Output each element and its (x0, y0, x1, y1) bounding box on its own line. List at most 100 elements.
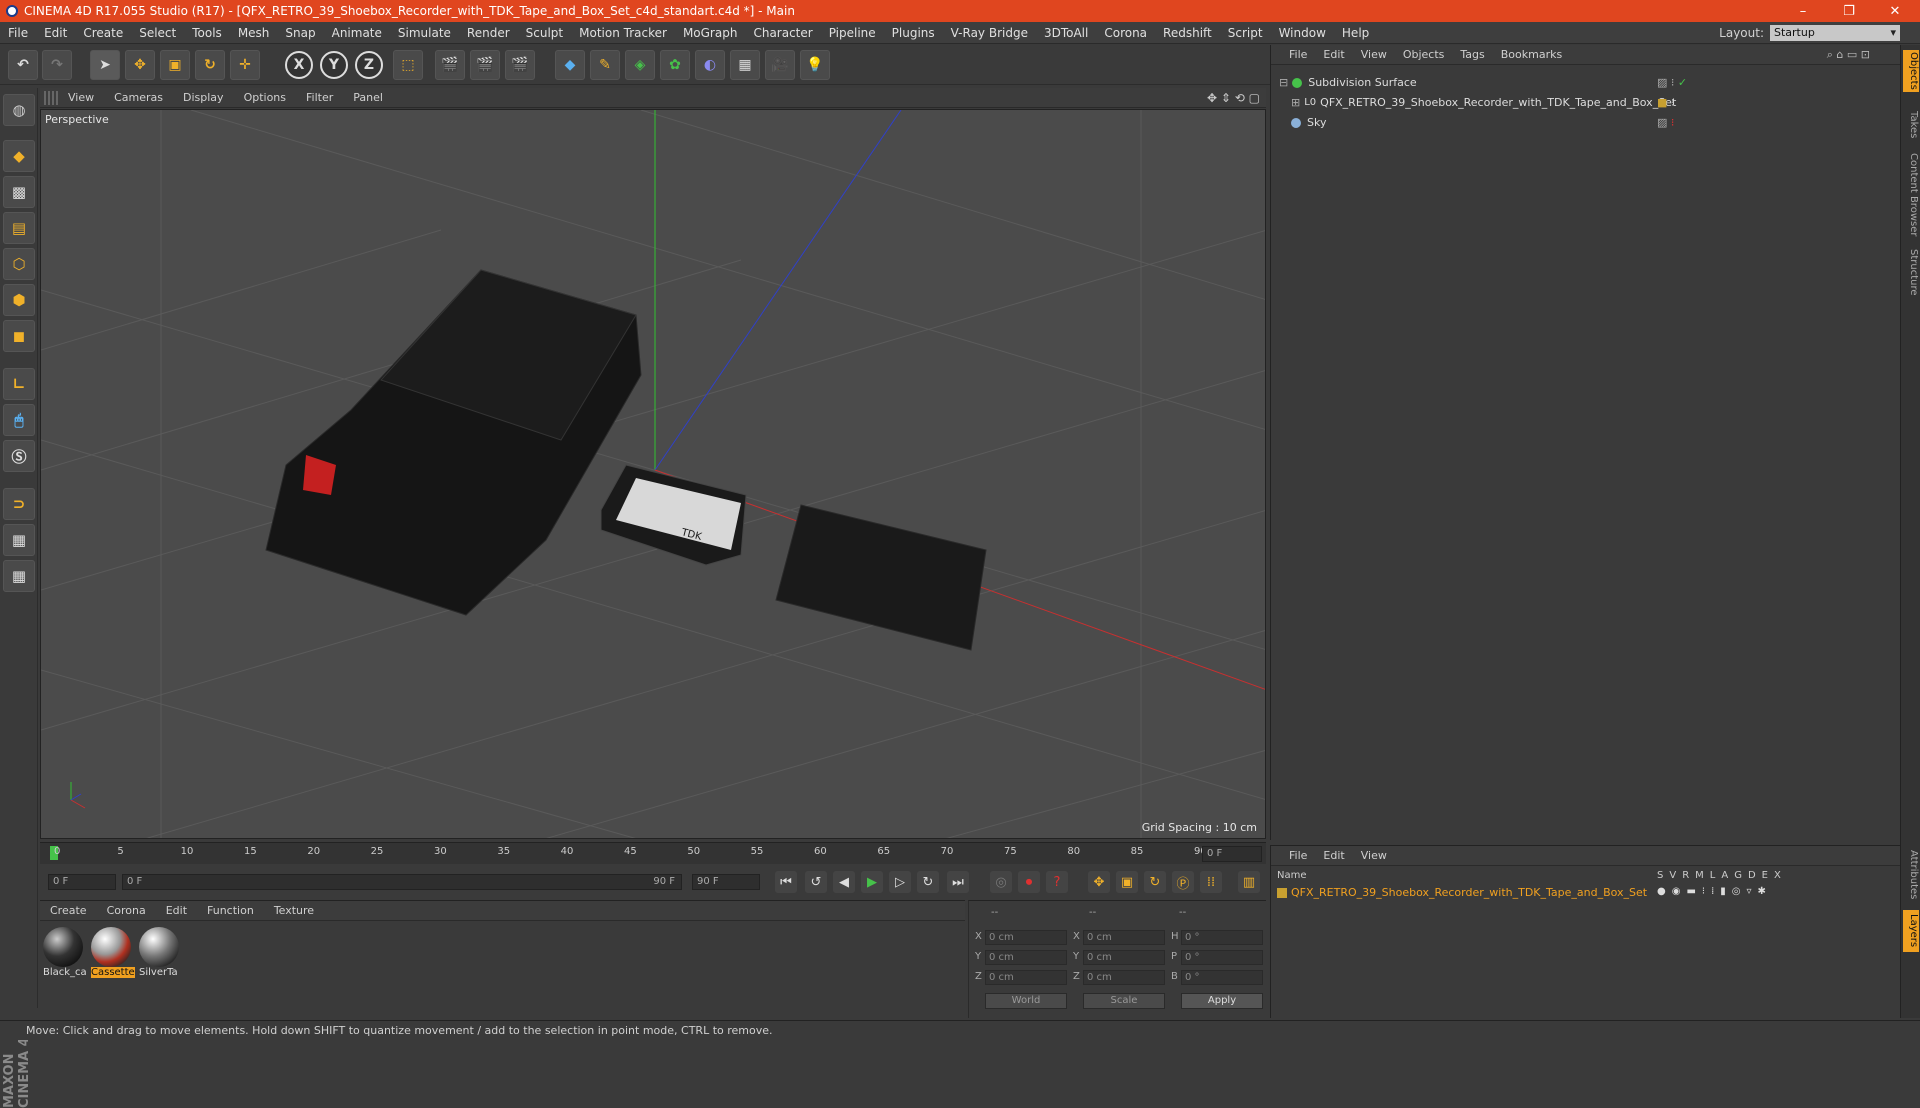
key-parameter-icon[interactable]: Ⓟ (1172, 871, 1194, 893)
rotation-h-field[interactable]: 0 ° (1181, 930, 1263, 945)
pen-spline-icon[interactable]: ✎ (590, 50, 620, 80)
go-to-end-icon[interactable]: ⏭ (947, 871, 969, 893)
material-menu-texture[interactable]: Texture (264, 904, 324, 917)
current-frame-field[interactable]: 0 F (1202, 846, 1262, 862)
key-pla-icon[interactable]: ⁞⁞ (1200, 871, 1222, 893)
size-y-field[interactable]: 0 cm (1083, 950, 1165, 965)
select-arrow-icon[interactable]: ➤ (90, 50, 120, 80)
go-to-start-icon[interactable]: ⏮ (775, 871, 797, 893)
position-x-field[interactable]: 0 cm (985, 930, 1067, 945)
polygons-mode-icon[interactable]: ◼ (3, 320, 35, 352)
coord-system-dropdown[interactable]: World (985, 993, 1067, 1009)
x-axis-lock-icon[interactable]: X (285, 51, 313, 79)
rotation-b-field[interactable]: 0 ° (1181, 970, 1263, 985)
end-frame-field[interactable]: 90 F (692, 874, 760, 890)
menu-help[interactable]: Help (1334, 26, 1377, 40)
menu-create[interactable]: Create (75, 26, 131, 40)
object-row-sky[interactable]: Sky ▨ ⁝ (1271, 113, 1901, 132)
magnet-icon[interactable]: ⊃ (3, 488, 35, 520)
planar-workplane-icon[interactable]: ▦ (3, 560, 35, 592)
viewport-nav-icons[interactable]: ✥ ⇕ ⟲ ▢ (1207, 91, 1260, 105)
rotate-tool-icon[interactable]: ↻ (195, 50, 225, 80)
menu-window[interactable]: Window (1271, 26, 1334, 40)
points-mode-icon[interactable]: ⬡ (3, 248, 35, 280)
layout-dropdown[interactable]: Startup (1770, 25, 1900, 41)
play-icon[interactable]: ▶ (861, 871, 883, 893)
menu-redshift[interactable]: Redshift (1155, 26, 1220, 40)
scale-tool-icon[interactable]: ▣ (160, 50, 190, 80)
menu-select[interactable]: Select (131, 26, 184, 40)
maximize-button[interactable]: ❐ (1826, 0, 1872, 22)
close-button[interactable]: ✕ (1872, 0, 1918, 22)
menu-plugins[interactable]: Plugins (884, 26, 943, 40)
cube-object-icon[interactable]: ◆ (555, 50, 585, 80)
layer-row[interactable]: QFX_RETRO_39_Shoebox_Recorder_with_TDK_T… (1277, 886, 1647, 899)
layers-menu-edit[interactable]: Edit (1315, 849, 1352, 862)
timeline-window-icon[interactable]: ▥ (1238, 871, 1260, 893)
z-axis-lock-icon[interactable]: Z (355, 51, 383, 79)
viewport-menu-cameras[interactable]: Cameras (104, 91, 173, 104)
camera-icon[interactable]: 🎥 (765, 50, 795, 80)
tab-content-browser[interactable]: Content Browser (1903, 150, 1919, 240)
tab-objects[interactable]: Objects (1903, 50, 1919, 92)
menu-script[interactable]: Script (1220, 26, 1271, 40)
timeline-ruler[interactable]: 0 5 10 15 20 25 30 35 40 45 50 55 60 65 70 75 80 85 90 0 F (40, 842, 1266, 864)
menu-sculpt[interactable]: Sculpt (518, 26, 571, 40)
move-tool-icon[interactable]: ✥ (125, 50, 155, 80)
menu-mesh[interactable]: Mesh (230, 26, 278, 40)
size-z-field[interactable]: 0 cm (1083, 970, 1165, 985)
size-x-field[interactable]: 0 cm (1083, 930, 1165, 945)
position-z-field[interactable]: 0 cm (985, 970, 1067, 985)
material-silver-tape[interactable]: SilverTa (139, 927, 183, 978)
record-active-icon[interactable]: ⏺ (1018, 871, 1040, 893)
previous-key-icon[interactable]: ↺ (805, 871, 827, 893)
live-selection-icon[interactable]: ✛ (230, 50, 260, 80)
rotation-p-field[interactable]: 0 ° (1181, 950, 1263, 965)
next-key-icon[interactable]: ↻ (917, 871, 939, 893)
menu-mograph[interactable]: MoGraph (675, 26, 746, 40)
minimize-button[interactable]: – (1780, 0, 1826, 22)
coord-mode-dropdown[interactable]: Scale (1083, 993, 1165, 1009)
floor-object-icon[interactable]: ▦ (730, 50, 760, 80)
viewport-menu-options[interactable]: Options (234, 91, 296, 104)
menu-tools[interactable]: Tools (184, 26, 230, 40)
viewport-menu-display[interactable]: Display (173, 91, 234, 104)
viewport-menu-view[interactable]: View (58, 91, 104, 104)
menu-vray-bridge[interactable]: V-Ray Bridge (943, 26, 1036, 40)
menu-corona[interactable]: Corona (1096, 26, 1155, 40)
axis-mode-icon[interactable]: ∟ (3, 368, 35, 400)
layers-menu-view[interactable]: View (1353, 849, 1395, 862)
viewport-menu-panel[interactable]: Panel (343, 91, 393, 104)
subdivision-surface-icon[interactable]: ◈ (625, 50, 655, 80)
tab-takes[interactable]: Takes (1903, 105, 1919, 145)
menu-file[interactable]: File (0, 26, 36, 40)
light-icon[interactable]: 💡 (800, 50, 830, 80)
cloner-icon[interactable]: ✿ (660, 50, 690, 80)
objects-menu-bookmarks[interactable]: Bookmarks (1493, 48, 1570, 61)
render-picture-viewer-icon[interactable]: 🎬 (470, 50, 500, 80)
frame-range-slider[interactable]: 0 F 90 F (122, 874, 682, 890)
menu-motion-tracker[interactable]: Motion Tracker (571, 26, 675, 40)
key-scale-icon[interactable]: ▣ (1116, 871, 1138, 893)
snap-icon[interactable]: Ⓢ (3, 440, 35, 472)
material-menu-edit[interactable]: Edit (156, 904, 197, 917)
menu-animate[interactable]: Animate (324, 26, 390, 40)
menu-pipeline[interactable]: Pipeline (821, 26, 884, 40)
position-y-field[interactable]: 0 cm (985, 950, 1067, 965)
key-position-icon[interactable]: ✥ (1088, 871, 1110, 893)
objects-menu-edit[interactable]: Edit (1315, 48, 1352, 61)
objects-menu-view[interactable]: View (1353, 48, 1395, 61)
undo-icon[interactable]: ↶ (8, 50, 38, 80)
layer-toggle-icons[interactable]: ●◉▬⁝⁞▮◎▿✱ (1657, 886, 1772, 897)
expand-toggle-icon[interactable]: ⊟ (1279, 76, 1288, 89)
object-row-model-group[interactable]: ⊞ L0 QFX_RETRO_39_Shoebox_Recorder_with_… (1271, 93, 1901, 112)
3d-viewport[interactable]: TDK Perspective Grid Spacing : 10 cm (40, 109, 1266, 839)
edges-mode-icon[interactable]: ⬢ (3, 284, 35, 316)
apply-button[interactable]: Apply (1181, 993, 1263, 1009)
make-editable-icon[interactable]: ◍ (3, 94, 35, 126)
objects-menu-tags[interactable]: Tags (1452, 48, 1492, 61)
tab-attributes[interactable]: Attributes (1903, 845, 1919, 905)
object-row-subdivision-surface[interactable]: ⊟ Subdivision Surface ▨ ⁝ ✓ (1271, 73, 1901, 92)
viewport-menu-filter[interactable]: Filter (296, 91, 343, 104)
workplane-icon[interactable]: ▤ (3, 212, 35, 244)
